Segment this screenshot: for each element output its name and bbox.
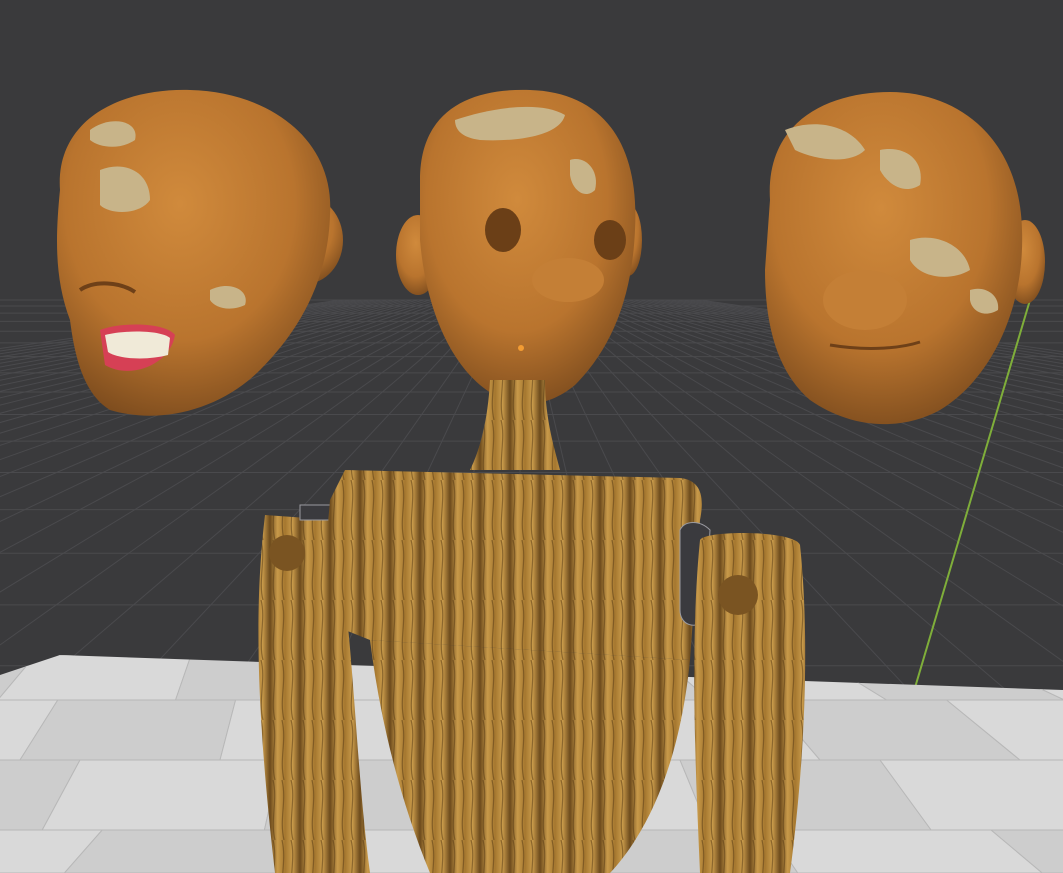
- nose: [532, 258, 604, 302]
- viewport-scene: [0, 0, 1063, 873]
- object-origin-marker[interactable]: [518, 345, 524, 351]
- teeth: [105, 331, 170, 359]
- floor-tile: [19, 699, 237, 761]
- nose: [823, 270, 907, 330]
- left-shoulder-pin: [269, 535, 305, 571]
- right-shoulder-pin: [718, 575, 758, 615]
- eye-socket: [485, 208, 521, 252]
- 3d-viewport[interactable]: [0, 0, 1063, 873]
- eye-socket: [594, 220, 626, 260]
- torso: [320, 470, 702, 660]
- floor-tile: [41, 759, 281, 831]
